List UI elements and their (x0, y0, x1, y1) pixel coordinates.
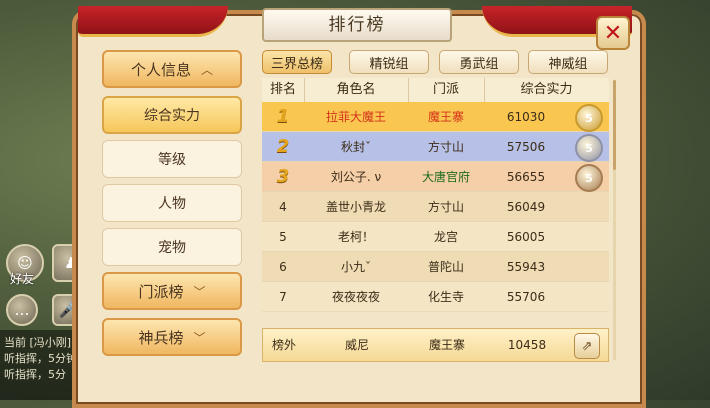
sect-cell: 方寸山 (427, 200, 464, 214)
power-cell: 61030 (506, 110, 546, 124)
chevron-up-icon: ︿ (201, 62, 214, 77)
panel-title: 排行榜 (262, 8, 452, 42)
share-icon: ⇗ (581, 338, 593, 354)
sect-cell: 普陀山 (427, 260, 464, 274)
chat-line: 听指挥，5分钟 (4, 352, 77, 365)
header-sect: 门派 (408, 78, 485, 102)
my-rank: 榜外 (271, 338, 296, 352)
rank-cell: 2 (276, 136, 290, 157)
menu-item-character[interactable]: 人物 (102, 184, 242, 222)
menu-item-pet[interactable]: 宠物 (102, 228, 242, 266)
character-name-cell: 秋封ˇ (340, 140, 371, 154)
table-row[interactable]: 4 盖世小青龙 方寸山 56049 (262, 192, 609, 222)
rank-cell: 3 (276, 166, 290, 187)
medal-icon: 5 (575, 104, 603, 132)
character-name-cell: 拉菲大魔王 (325, 110, 386, 124)
rank-cell: 1 (276, 106, 290, 127)
friends-label[interactable]: 好友 (10, 270, 34, 287)
ranking-table[interactable]: 排名 角色名 门派 综合实力 1 拉菲大魔王 魔王寨 61030 5 2 秋封ˇ 方寸山 575… (262, 78, 609, 328)
header-overall-power: 综合实力 (520, 82, 573, 97)
power-cell: 56049 (506, 200, 546, 214)
curtain-decoration-left (78, 6, 228, 37)
chevron-down-icon: ﹀ (193, 330, 206, 345)
rank-cell: 5 (279, 230, 287, 244)
chat-bubble-icon[interactable]: … (6, 294, 38, 326)
menu-section-sect-ranking[interactable]: 门派榜 ﹀ (102, 272, 242, 310)
sect-cell: 大唐官府 (421, 170, 470, 184)
tab-divine-group[interactable]: 神威组 (528, 50, 608, 74)
medal-icon: 5 (575, 134, 603, 162)
list-fade-overlay (262, 300, 609, 328)
chevron-down-icon: ﹀ (193, 284, 206, 299)
tab-brave-group[interactable]: 勇武组 (439, 50, 519, 74)
character-name-cell: 刘公子. ν (330, 170, 382, 184)
table-header: 排名 角色名 门派 综合实力 (262, 78, 609, 103)
tab-elite-group[interactable]: 精锐组 (349, 50, 429, 74)
my-sect: 魔王寨 (428, 338, 465, 352)
menu-section-label: 神兵榜 (138, 328, 184, 347)
table-row[interactable]: 6 小九ˇ 普陀山 55943 (262, 252, 609, 282)
menu-item-level[interactable]: 等级 (102, 140, 242, 178)
my-power: 10458 (507, 338, 547, 352)
chat-line: 当前 [冯小刚] (4, 336, 72, 349)
character-name-cell: 小九ˇ (340, 260, 371, 274)
close-button[interactable]: ✕ (596, 16, 630, 50)
medal-icon: 5 (575, 164, 603, 192)
sect-cell: 魔王寨 (427, 110, 464, 124)
my-rank-row: 榜外 威尼 魔王寨 10458 ⇗ (262, 328, 609, 362)
power-cell: 56655 (506, 170, 546, 184)
rank-cell: 4 (279, 200, 287, 214)
menu-item-overall-power[interactable]: 综合实力 (102, 96, 242, 134)
my-name: 威尼 (344, 338, 369, 352)
table-row[interactable]: 3 刘公子. ν 大唐官府 56655 5 (262, 162, 609, 192)
power-cell: 56005 (506, 230, 546, 244)
character-name-cell: 盖世小青龙 (325, 200, 386, 214)
menu-section-label: 门派榜 (138, 282, 184, 301)
header-rank: 排名 (262, 78, 305, 102)
sect-cell: 方寸山 (427, 140, 464, 154)
table-row[interactable]: 1 拉菲大魔王 魔王寨 61030 5 (262, 102, 609, 132)
table-row[interactable]: 2 秋封ˇ 方寸山 57506 5 (262, 132, 609, 162)
character-name-cell: 老柯！ (337, 230, 374, 244)
menu-section-label: 个人信息 (130, 60, 191, 79)
scrollbar-thumb[interactable] (613, 80, 616, 170)
share-button[interactable]: ⇗ (574, 333, 600, 359)
menu-section-personal-info[interactable]: 个人信息 ︿ (102, 50, 242, 88)
tab-all-realms[interactable]: 三界总榜 (262, 50, 332, 74)
close-icon: ✕ (603, 20, 623, 46)
sect-cell: 龙宫 (433, 230, 458, 244)
power-cell: 57506 (506, 140, 546, 154)
menu-section-weapon-ranking[interactable]: 神兵榜 ﹀ (102, 318, 242, 356)
rank-cell: 6 (279, 260, 287, 274)
header-character-name: 角色名 (304, 78, 409, 102)
table-row[interactable]: 5 老柯！ 龙宫 56005 (262, 222, 609, 252)
chat-line: 听指挥，5分 (4, 368, 66, 381)
power-cell: 55943 (506, 260, 546, 274)
